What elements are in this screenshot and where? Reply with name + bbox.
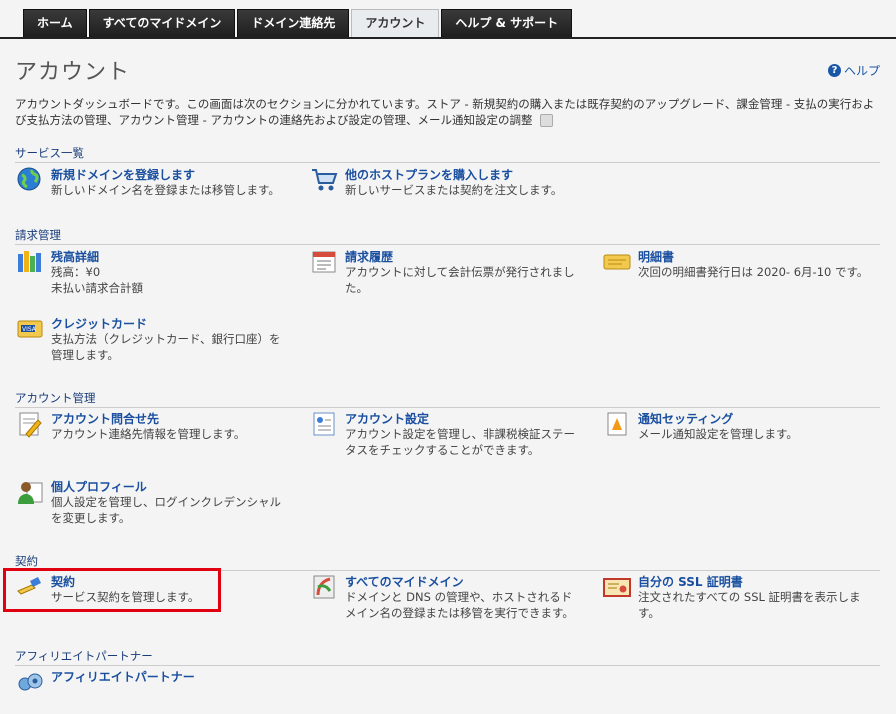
section-title: サービス一覧 [15,145,880,163]
info-icon[interactable] [540,114,554,127]
tab-underline [0,37,896,39]
help-icon: ? [827,64,841,77]
billing-history-link[interactable]: 請求履歴 [345,248,393,265]
section-title: アカウント管理 [15,390,880,408]
help-label: ヘルプ [843,64,880,78]
personal-profile-text: 個人設定を管理し、ログインクレデンシャルを変更します。 [51,495,281,525]
ssl-certificate-icon [603,578,631,597]
notify-icon [607,412,627,436]
balance-icon [18,251,41,272]
notification-settings-text: メール通知設定を管理します。 [638,427,798,441]
contact-icon [19,412,42,438]
credit-card-text: 支払方法（クレジットカード、銀行口座）を管理します。 [51,332,281,362]
page-title: アカウント [15,60,131,85]
section-title: 請求管理 [15,227,880,245]
buy-hosting-text: 新しいサービスまたは契約を注文します。 [345,183,563,197]
account-settings-text: アカウント設定を管理し、非課税検証ステータスをチェックすることができます。 [345,427,575,457]
section-billing: 請求管理 [15,227,880,245]
section-affiliate: アフィリエイトパートナー [15,648,880,666]
account-contacts-link[interactable]: アカウント問合せ先 [51,410,159,427]
svg-text:VISA: VISA [22,326,37,333]
buy-hosting-link[interactable]: 他のホストプランを購入します [345,166,513,183]
cart-icon [312,169,338,191]
section-account-management: アカウント管理 [15,390,880,408]
account-contacts-text: アカウント連絡先情報を管理します。 [51,427,246,441]
balance-link[interactable]: 残高詳細 [51,248,99,265]
balance-text: 残高：¥0 未払い請求合計額 [51,265,143,295]
top-navigation: ホーム すべてのマイドメイン ドメイン連絡先 アカウント ヘルプ & サポート [0,0,896,39]
billing-history-text: アカウントに対して会計伝票が発行されました。 [345,265,575,295]
credit-card-icon: VISA [17,320,43,338]
section-services: サービス一覧 [15,145,880,163]
statement-text: 次回の明細書発行日は 2020- 6月-10 です。 [638,265,869,279]
invoice-icon [312,251,336,273]
account-settings-link[interactable]: アカウント設定 [345,410,429,427]
domains-icon [313,575,335,599]
tab-account[interactable]: アカウント [351,9,440,38]
ssl-certificates-link[interactable]: 自分の SSL 証明書 [638,573,743,590]
credit-card-link[interactable]: クレジットカード [51,315,147,332]
all-my-domains-text: ドメインと DNS の管理や、ホストされるドメイン名の登録または移管を実行できま… [345,590,574,620]
settings-doc-icon [313,412,335,436]
tab-bar: ホーム すべてのマイドメイン ドメイン連絡先 アカウント ヘルプ & サポート [23,9,574,38]
affiliate-icon [18,673,43,691]
globe-icon [17,167,41,191]
profile-icon [18,482,43,504]
ssl-certificates-text: 注文されたすべての SSL 証明書を表示します。 [638,590,861,620]
notification-settings-link[interactable]: 通知セッティング [638,410,733,427]
description-text: アカウントダッシュボードです。この画面は次のセクションに分かれています。ストア … [15,97,875,127]
all-my-domains-link[interactable]: すべてのマイドメイン [345,573,464,590]
statement-icon [603,254,631,270]
tab-help-support[interactable]: ヘルプ & サポート [441,9,573,38]
register-domain-link[interactable]: 新規ドメインを登録します [51,166,195,183]
help-link[interactable]: ? ヘルプ [827,62,880,79]
tab-home[interactable]: ホーム [23,9,87,38]
affiliate-link[interactable]: アフィリエイトパートナー [51,668,195,685]
section-title: アフィリエイトパートナー [15,648,880,666]
register-domain-text: 新しいドメイン名を登録または移管します。 [51,183,280,197]
personal-profile-link[interactable]: 個人プロフィール [51,478,147,495]
statement-link[interactable]: 明細書 [638,248,674,265]
tab-domain-contacts[interactable]: ドメイン連絡先 [237,9,350,38]
tab-all-my-domains[interactable]: すべてのマイドメイン [88,9,236,38]
highlight-box [3,568,221,612]
page-description: アカウントダッシュボードです。この画面は次のセクションに分かれています。ストア … [15,96,877,128]
